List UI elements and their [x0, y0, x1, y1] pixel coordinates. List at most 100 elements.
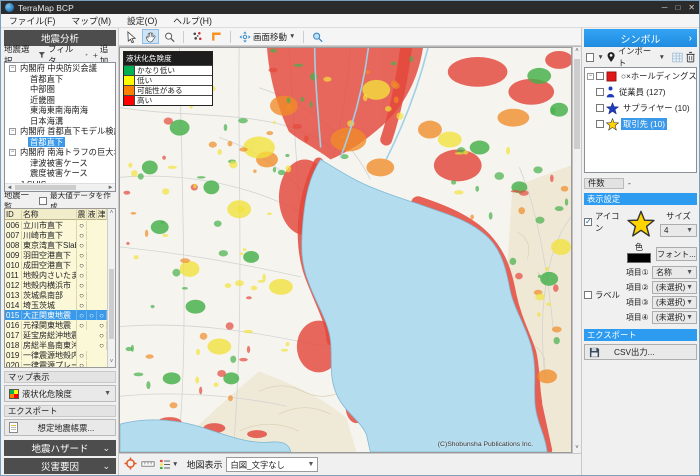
field-select[interactable]: (未選択)▼ — [652, 296, 697, 309]
symbol-item-label: 従業員 (127) — [617, 86, 668, 98]
collapse-arrow-icon[interactable]: › — [689, 33, 692, 44]
maximize-button[interactable]: □ — [675, 3, 680, 12]
table-row[interactable]: 007川崎市直下○ — [5, 230, 107, 240]
table-row[interactable]: 011地殻内さいたま市○ — [5, 270, 107, 280]
symbol-checkbox[interactable] — [596, 104, 604, 112]
tree-expander-icon[interactable]: − — [9, 65, 16, 72]
scroll-right-arrow[interactable]: ► — [106, 184, 115, 192]
label-color-swatch[interactable] — [627, 253, 651, 263]
table-row[interactable]: 013茨城県南部○ — [5, 290, 107, 300]
max-data-checkbox[interactable] — [39, 197, 47, 205]
table-row[interactable]: 019一律震源地殻内..○ — [5, 350, 107, 360]
cell-shin: ○ — [77, 311, 87, 320]
symbol-tree-item[interactable]: サプライヤー (10) — [585, 100, 696, 116]
menu-item[interactable]: マップ(M) — [63, 14, 119, 28]
field-select[interactable]: 名称▼ — [652, 266, 697, 279]
quake-report-button[interactable]: 想定地震帳票... — [4, 419, 116, 436]
symbol-tree-item[interactable]: 従業員 (127) — [585, 84, 696, 100]
scroll-down-arrow[interactable]: ˅ — [573, 444, 581, 453]
symbol-tree-item[interactable]: 取引先 (10) — [585, 116, 696, 132]
table-row[interactable]: 015大正関東地震○○○ — [5, 310, 107, 320]
separator-dot: ・ — [82, 49, 91, 61]
center-crosshair-icon[interactable] — [124, 457, 137, 472]
table-row[interactable]: 012地殻内横浜市○ — [5, 280, 107, 290]
table-row[interactable]: 014埼玉茨城○ — [5, 300, 107, 310]
field-select[interactable]: (未選択)▼ — [652, 281, 697, 294]
tree-item[interactable]: 東海東南海南海 — [5, 105, 115, 116]
table-icon[interactable] — [672, 52, 683, 63]
symbol-panel-title: シンボル — [621, 31, 661, 46]
table-row[interactable]: 016元禄関東地震○○ — [5, 320, 107, 330]
symbol-tree-item[interactable]: −○×ホールディングス (3) — [585, 68, 696, 84]
scale-ruler-icon[interactable] — [141, 459, 155, 471]
menu-item[interactable]: 設定(O) — [119, 14, 165, 28]
table-row[interactable]: 020一律震源プレート..○ — [5, 360, 107, 368]
tree-item[interactable]: 津波被害ケース — [5, 158, 115, 169]
cell-name: 一律震源プレート.. — [22, 360, 77, 369]
symbol-checkbox[interactable] — [596, 120, 604, 128]
pan-move-icon[interactable]: 画面移動 ▼ — [236, 29, 298, 44]
symbol-checkbox[interactable] — [596, 88, 604, 96]
scroll-up-arrow[interactable]: ˄ — [108, 209, 115, 218]
tree-item[interactable]: 震度被害ケース — [5, 168, 115, 179]
tree-item[interactable]: −内閣府 中央防災会議 — [5, 63, 115, 74]
label-checkbox[interactable] — [584, 291, 592, 299]
disaster-factor-accordion-bar[interactable]: 災害要因 ⌄ — [4, 458, 116, 474]
map-style-select[interactable]: 白図_文字なし ▼ — [226, 457, 318, 472]
zoom-icon[interactable] — [161, 29, 178, 44]
symbol-panel-header[interactable]: シンボル › — [584, 29, 697, 47]
cluster-icon[interactable] — [189, 29, 206, 44]
minimize-button[interactable]: ─ — [662, 3, 668, 12]
tree-item[interactable]: 中部圏 — [5, 84, 115, 95]
field-select[interactable]: (未選択)▼ — [652, 311, 697, 324]
table-row[interactable]: 017延宝房総沖地震○ — [5, 330, 107, 340]
map-legend: 液状化危険度 かなり低い低い可能性がある高い — [123, 51, 213, 106]
tree-item[interactable]: −内閣府 首都直下モデル検討会 — [5, 126, 115, 137]
menu-item[interactable]: ヘルプ(H) — [165, 14, 220, 28]
tree-item-label: 首都直下 — [28, 74, 65, 85]
scroll-up-arrow[interactable]: ˄ — [573, 47, 581, 56]
size-select[interactable]: 4 ▼ — [660, 224, 697, 237]
font-button[interactable]: フォント... — [656, 247, 697, 261]
layer-select-dropdown[interactable]: 液状化危険度 ▼ — [4, 385, 116, 402]
table-row[interactable]: 018房総半島南東沖○ — [5, 340, 107, 350]
table-row[interactable]: 009羽田空港直下○ — [5, 250, 107, 260]
table-row[interactable]: 008東京湾直下Slab○ — [5, 240, 107, 250]
csv-export-button[interactable]: CSV出力... — [584, 344, 697, 360]
symbol-checkbox[interactable] — [596, 72, 604, 80]
pin-icon[interactable] — [607, 51, 615, 63]
pan-hand-icon[interactable] — [142, 29, 159, 44]
table-row[interactable]: 006立川市直下○ — [5, 220, 107, 230]
chevron-down-icon: ▼ — [686, 269, 693, 276]
display-settings-block: アイコン サイズ 4 ▼ 色 — [584, 205, 697, 326]
tree-horizontal-scrollbar[interactable]: ◄ ► — [5, 183, 115, 191]
tree-expander-icon[interactable]: − — [587, 73, 594, 80]
menu-item[interactable]: ファイル(F) — [1, 14, 63, 28]
map-canvas[interactable]: 液状化危険度 かなり低い低い可能性がある高い (C)Shobunsha Publ… — [119, 47, 572, 453]
zoom-search-icon[interactable] — [309, 29, 326, 44]
close-button[interactable]: ✕ — [688, 3, 695, 12]
tree-item[interactable]: 首都直下 — [5, 137, 115, 148]
table-row[interactable]: 010成田空港直下○ — [5, 260, 107, 270]
scroll-left-arrow[interactable]: ◄ — [5, 184, 14, 192]
select-cursor-icon[interactable] — [123, 29, 140, 44]
icon-checkbox[interactable] — [584, 218, 592, 226]
table-vertical-scrollbar[interactable]: ˄ ˅ — [107, 209, 115, 367]
tree-item[interactable]: −内閣府 南海トラフの巨大地震モデル検 — [5, 147, 115, 158]
tree-expander-icon[interactable]: − — [9, 128, 16, 135]
tree-item[interactable]: 近畿圏 — [5, 95, 115, 106]
map-vertical-scrollbar[interactable]: ˄ ˅ — [572, 47, 581, 453]
field-label: 項目① — [626, 267, 650, 278]
import-button[interactable]: インポート — [618, 45, 656, 69]
tree-expander-icon[interactable]: − — [9, 149, 16, 156]
hazard-accordion-bar[interactable]: 地震ハザード ⌄ — [4, 440, 116, 456]
trash-icon[interactable] — [686, 51, 695, 63]
shape-box-icon[interactable] — [586, 53, 594, 62]
chevron-down-icon: ▼ — [172, 461, 178, 468]
legend-list-icon[interactable]: ▼ — [159, 459, 178, 470]
tree-item[interactable]: 日本海溝 — [5, 116, 115, 127]
cell-shin: ○ — [77, 301, 87, 310]
scroll-down-arrow[interactable]: ˅ — [108, 358, 115, 367]
corner-flag-icon[interactable] — [208, 29, 225, 44]
tree-item[interactable]: 首都直下 — [5, 74, 115, 85]
